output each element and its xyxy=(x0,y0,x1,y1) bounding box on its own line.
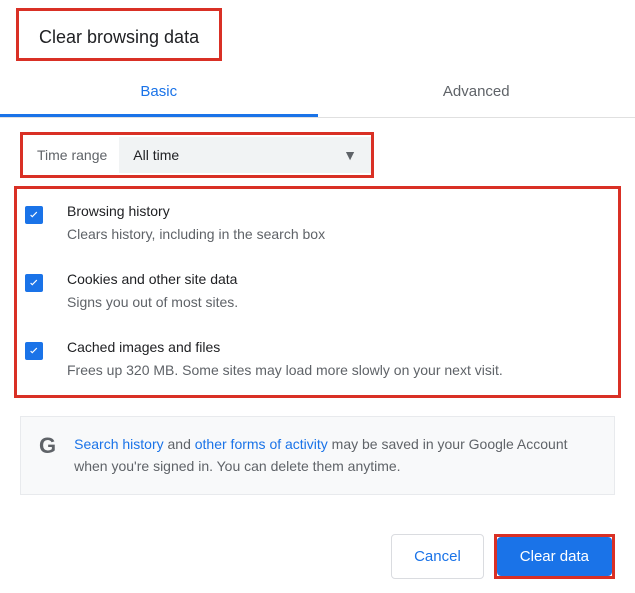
checkbox-browsing-history[interactable] xyxy=(25,206,43,224)
option-title: Cached images and files xyxy=(67,339,503,355)
tab-basic[interactable]: Basic xyxy=(0,69,318,117)
chevron-down-icon: ▼ xyxy=(343,147,357,163)
time-range-select[interactable]: All time ▼ xyxy=(119,137,371,173)
time-range-label: Time range xyxy=(23,137,119,173)
option-cache: Cached images and files Frees up 320 MB.… xyxy=(25,339,610,381)
google-logo-icon: G xyxy=(39,433,56,459)
clear-data-highlight: Clear data xyxy=(494,534,615,579)
info-text: Search history and other forms of activi… xyxy=(74,433,596,478)
cancel-button[interactable]: Cancel xyxy=(391,534,484,579)
tabs-bar: Basic Advanced xyxy=(0,69,635,118)
time-range-row: Time range All time ▼ xyxy=(20,132,374,178)
option-browsing-history: Browsing history Clears history, includi… xyxy=(25,203,610,245)
option-desc: Frees up 320 MB. Some sites may load mor… xyxy=(67,360,503,381)
option-cookies: Cookies and other site data Signs you ou… xyxy=(25,271,610,313)
time-range-value: All time xyxy=(133,147,179,163)
info-box: G Search history and other forms of acti… xyxy=(20,416,615,495)
option-desc: Signs you out of most sites. xyxy=(67,292,238,313)
option-title: Browsing history xyxy=(67,203,325,219)
options-box: Browsing history Clears history, includi… xyxy=(14,186,621,398)
option-desc: Clears history, including in the search … xyxy=(67,224,325,245)
checkbox-cookies[interactable] xyxy=(25,274,43,292)
button-row: Cancel Clear data xyxy=(391,534,615,579)
other-activity-link[interactable]: other forms of activity xyxy=(195,436,328,452)
dialog-title: Clear browsing data xyxy=(16,8,222,61)
clear-data-button[interactable]: Clear data xyxy=(497,537,612,576)
tab-advanced[interactable]: Advanced xyxy=(318,69,635,117)
checkbox-cache[interactable] xyxy=(25,342,43,360)
search-history-link[interactable]: Search history xyxy=(74,436,163,452)
option-title: Cookies and other site data xyxy=(67,271,238,287)
